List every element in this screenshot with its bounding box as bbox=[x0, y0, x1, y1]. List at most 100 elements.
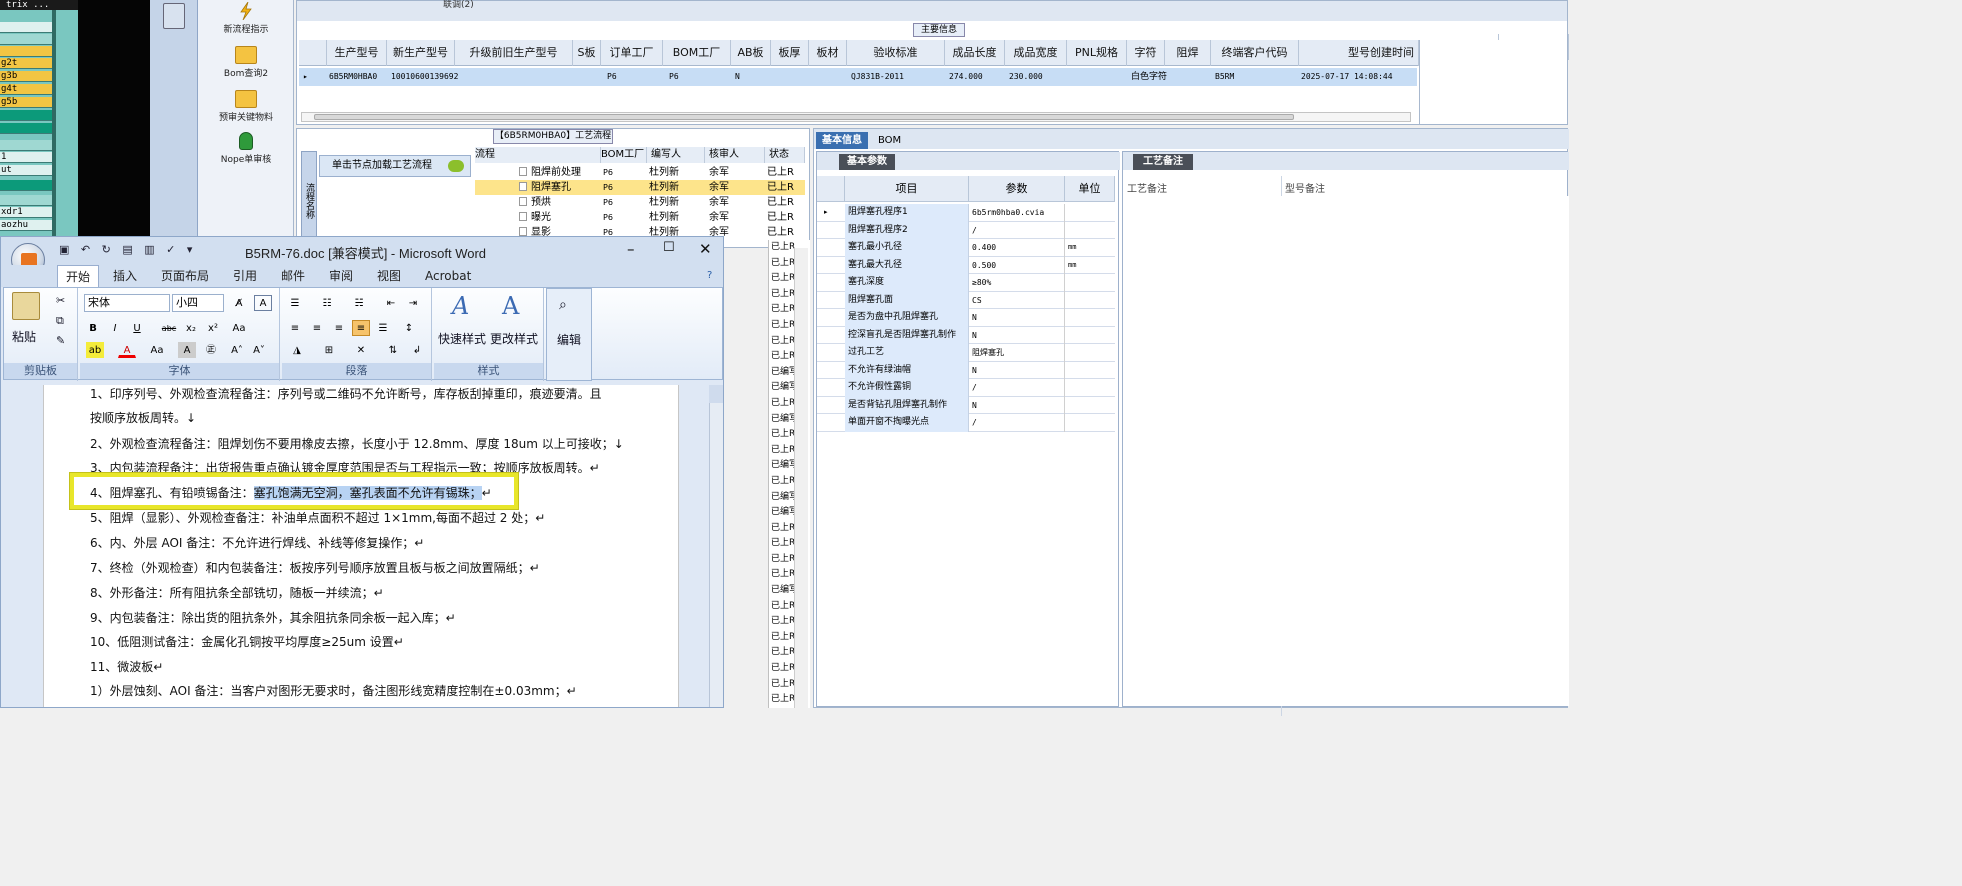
left-strip-item[interactable]: ut bbox=[0, 165, 52, 176]
col-header[interactable]: 升级前旧生产型号 bbox=[455, 40, 573, 66]
param-row[interactable]: 塞孔最小孔径 0.400 mm bbox=[817, 239, 1115, 257]
process-row[interactable]: 曝光 P6 杜列新 余军 已上R bbox=[475, 210, 805, 225]
justify-icon[interactable]: ≡ bbox=[352, 320, 370, 336]
quick-styles-button[interactable]: 快速样式 bbox=[438, 330, 486, 347]
multilevel-list-icon[interactable]: ☵ bbox=[350, 295, 368, 311]
col-header[interactable]: 新生产型号 bbox=[387, 40, 455, 66]
left-strip-item[interactable]: xdr1 bbox=[0, 207, 52, 218]
document-page[interactable]: 1、印序列号、外观检查流程备注：序列号或二维码不允许断号，库存板刮掉重印，痕迹要… bbox=[43, 385, 679, 707]
param-row[interactable]: 过孔工艺 阻焊塞孔 bbox=[817, 344, 1115, 362]
col-header[interactable]: 阻焊 bbox=[1165, 40, 1211, 66]
param-row[interactable]: 单面开窗不掏曝光点 / bbox=[817, 414, 1115, 432]
col-header[interactable]: PNL规格 bbox=[1067, 40, 1127, 66]
param-row[interactable]: 不允许假性露铜 / bbox=[817, 379, 1115, 397]
redo-icon[interactable]: ↻ bbox=[102, 243, 111, 256]
enclose-char-icon[interactable]: ㊣ bbox=[202, 342, 220, 358]
minimize-button[interactable]: – bbox=[627, 240, 635, 258]
align-left-icon[interactable]: ≡ bbox=[286, 320, 304, 336]
col-header[interactable]: 终端客户代码 bbox=[1211, 40, 1299, 66]
undo-icon[interactable]: ↶ bbox=[81, 243, 90, 256]
param-row[interactable]: 塞孔深度 ≥80% bbox=[817, 274, 1115, 292]
checkbox[interactable] bbox=[519, 182, 527, 191]
col-header[interactable]: AB板 bbox=[731, 40, 771, 66]
left-strip-item[interactable]: aozhu bbox=[0, 220, 52, 231]
bullets-icon[interactable]: ☰ bbox=[286, 295, 304, 311]
change-styles-button[interactable]: 更改样式 bbox=[490, 330, 538, 347]
tab-references[interactable]: 引用 bbox=[225, 265, 265, 287]
col-header[interactable]: 字符 bbox=[1127, 40, 1165, 66]
col-header[interactable]: 成品长度 bbox=[945, 40, 1005, 66]
tab-basic-info[interactable]: 基本信息 bbox=[816, 132, 868, 149]
customize-qat-icon[interactable]: ▾ bbox=[187, 243, 193, 256]
col-header[interactable]: 订单工厂 bbox=[601, 40, 663, 66]
left-strip-item[interactable]: g4t bbox=[0, 84, 52, 95]
param-row[interactable]: ▸ 阻焊塞孔程序1 6b5rm0hba0.cvia bbox=[817, 204, 1115, 222]
underline-icon[interactable]: U bbox=[128, 320, 146, 336]
col-header[interactable]: 核审人 bbox=[705, 147, 765, 163]
change-case-icon[interactable]: Aa bbox=[148, 342, 166, 358]
format-painter-icon[interactable]: ✎ bbox=[56, 334, 65, 347]
process-vertical-scrollbar[interactable] bbox=[794, 248, 808, 708]
edit-button[interactable]: 编辑 bbox=[557, 331, 581, 348]
col-header[interactable]: 项目 bbox=[845, 176, 969, 202]
left-strip-item[interactable]: g2t bbox=[0, 58, 52, 69]
document-scrollbar[interactable] bbox=[709, 385, 723, 707]
border-icon[interactable]: ⊞ bbox=[320, 342, 338, 358]
text-effect-icon[interactable]: Aa bbox=[230, 320, 248, 336]
col-header[interactable]: BOM工厂 bbox=[601, 147, 647, 163]
col-header[interactable]: 流程 bbox=[475, 147, 601, 163]
process-row[interactable]: 阻焊前处理 P6 杜列新 余军 已上R bbox=[475, 165, 805, 180]
chinese-layout-icon[interactable]: ✕ bbox=[352, 342, 370, 358]
tab-acrobat[interactable]: Acrobat bbox=[417, 265, 479, 287]
clear-format-icon[interactable]: A̸ bbox=[230, 295, 248, 311]
tab-review[interactable]: 审阅 bbox=[321, 265, 361, 287]
col-header[interactable]: 单位 bbox=[1065, 176, 1115, 202]
italic-icon[interactable]: I bbox=[106, 320, 124, 336]
cut-icon[interactable]: ✂ bbox=[56, 294, 65, 307]
highlight-icon[interactable]: ab bbox=[86, 342, 104, 358]
print-preview-icon[interactable]: ▥ bbox=[144, 243, 154, 256]
node-hint-box[interactable]: 单击节点加载工艺流程 bbox=[319, 155, 471, 177]
checkbox[interactable] bbox=[519, 227, 527, 236]
table-row[interactable]: ▸ 6B5RM0HBA0 10010600139692 P6 P6 N QJ83… bbox=[299, 68, 1417, 86]
show-marks-icon[interactable]: ↲ bbox=[408, 342, 426, 358]
param-row[interactable]: 控深盲孔是否阻焊塞孔制作 N bbox=[817, 326, 1115, 344]
superscript-icon[interactable]: x² bbox=[204, 320, 222, 336]
col-header[interactable]: BOM工厂 bbox=[663, 40, 731, 66]
tab-insert[interactable]: 插入 bbox=[105, 265, 145, 287]
maximize-button[interactable]: ☐ bbox=[663, 240, 675, 255]
tab-home[interactable]: 开始 bbox=[57, 265, 100, 287]
note-text-area[interactable] bbox=[1123, 196, 1569, 706]
param-row[interactable]: 阻焊塞孔程序2/ bbox=[817, 221, 1115, 239]
shrink-font-icon[interactable]: A˅ bbox=[250, 342, 268, 358]
left-strip-item[interactable]: g3b bbox=[0, 71, 52, 82]
copy-icon[interactable]: ⧉ bbox=[56, 314, 64, 328]
char-border-icon[interactable]: A bbox=[254, 295, 272, 311]
grow-font-icon[interactable]: A˄ bbox=[228, 342, 246, 358]
align-right-icon[interactable]: ≡ bbox=[330, 320, 348, 336]
process-row[interactable]: 预烘 P6 杜列新 余军 已上R bbox=[475, 195, 805, 210]
scroll-thumb[interactable] bbox=[314, 114, 1294, 120]
bold-icon[interactable]: B bbox=[84, 320, 102, 336]
bom-query-button[interactable]: Bom查询2 bbox=[198, 46, 294, 79]
char-shading-icon[interactable]: A bbox=[178, 342, 196, 358]
print-icon[interactable] bbox=[163, 3, 185, 29]
col-header[interactable]: 生产型号 bbox=[327, 40, 387, 66]
col-header[interactable]: 板材 bbox=[809, 40, 847, 66]
prereview-material-button[interactable]: 预审关键物料 bbox=[198, 90, 294, 123]
increase-indent-icon[interactable]: ⇥ bbox=[404, 295, 422, 311]
left-strip-item[interactable]: 1 bbox=[0, 152, 52, 163]
sort-icon[interactable]: ⇅ bbox=[384, 342, 402, 358]
decrease-indent-icon[interactable]: ⇤ bbox=[382, 295, 400, 311]
font-size-select[interactable]: 小四 bbox=[172, 294, 224, 312]
tab-mailings[interactable]: 邮件 bbox=[273, 265, 313, 287]
horizontal-scrollbar[interactable] bbox=[301, 112, 1411, 122]
strikethrough-icon[interactable]: abc bbox=[160, 320, 178, 336]
shading-icon[interactable]: ◮ bbox=[288, 342, 306, 358]
col-header[interactable]: 验收标准 bbox=[847, 40, 945, 66]
param-row[interactable]: 不允许有绿油帽 N bbox=[817, 361, 1115, 379]
new-process-button[interactable]: 新流程指示 bbox=[198, 2, 294, 35]
checkbox[interactable] bbox=[519, 212, 527, 221]
paste-button[interactable]: 粘贴 bbox=[12, 328, 36, 345]
checkbox[interactable] bbox=[519, 197, 527, 206]
